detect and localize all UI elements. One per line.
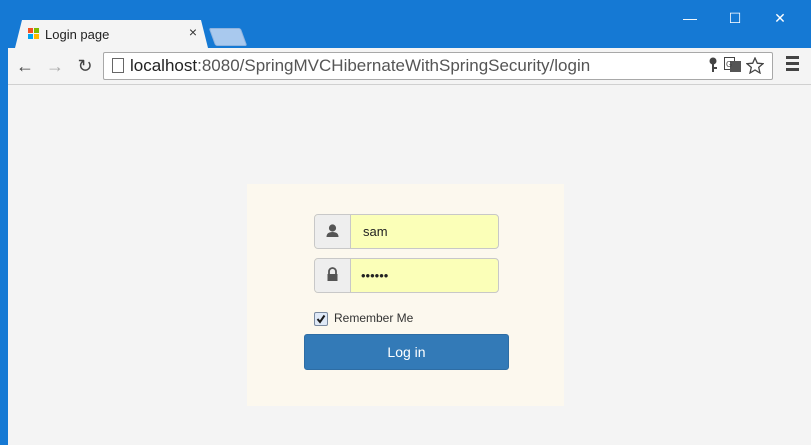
window-border <box>0 48 8 445</box>
minimize-icon[interactable]: — <box>667 6 713 30</box>
password-value: •••••• <box>361 268 389 283</box>
user-icon <box>315 215 351 248</box>
lock-icon <box>315 259 351 292</box>
back-icon[interactable]: ← <box>14 55 36 77</box>
star-icon[interactable] <box>745 56 765 79</box>
key-icon[interactable] <box>707 57 719 78</box>
address-bar[interactable]: localhost:8080/SpringMVCHibernateWithSpr… <box>103 52 773 80</box>
page-icon <box>112 58 124 73</box>
url-path: :8080/SpringMVCHibernateWithSpringSecuri… <box>197 56 591 75</box>
username-field[interactable]: sam <box>314 214 499 249</box>
login-button[interactable]: Log in <box>304 334 509 370</box>
username-value: sam <box>363 224 388 239</box>
menu-icon[interactable] <box>786 56 799 72</box>
url-host: localhost <box>130 56 198 75</box>
remember-label[interactable]: Remember Me <box>334 311 413 325</box>
svg-text:G: G <box>726 60 732 69</box>
tab-close-icon[interactable]: × <box>186 25 200 39</box>
window-titlebar: Login page × — ☐ ✕ <box>0 0 811 48</box>
browser-toolbar: ← → ↻ localhost:8080/SpringMVCHibernateW… <box>8 48 811 85</box>
password-field[interactable]: •••••• <box>314 258 499 293</box>
new-tab-button[interactable] <box>208 28 248 46</box>
url-text: localhost:8080/SpringMVCHibernateWithSpr… <box>130 56 590 76</box>
forward-icon[interactable]: → <box>44 55 66 77</box>
maximize-icon[interactable]: ☐ <box>712 6 758 30</box>
favicon-icon <box>28 28 40 40</box>
close-icon[interactable]: ✕ <box>757 6 803 30</box>
reload-icon[interactable]: ↻ <box>74 55 96 77</box>
tab-title: Login page <box>45 27 110 42</box>
browser-tab[interactable]: Login page × <box>15 20 208 48</box>
remember-checkbox[interactable] <box>314 312 328 326</box>
translate-icon[interactable]: G <box>724 57 742 78</box>
